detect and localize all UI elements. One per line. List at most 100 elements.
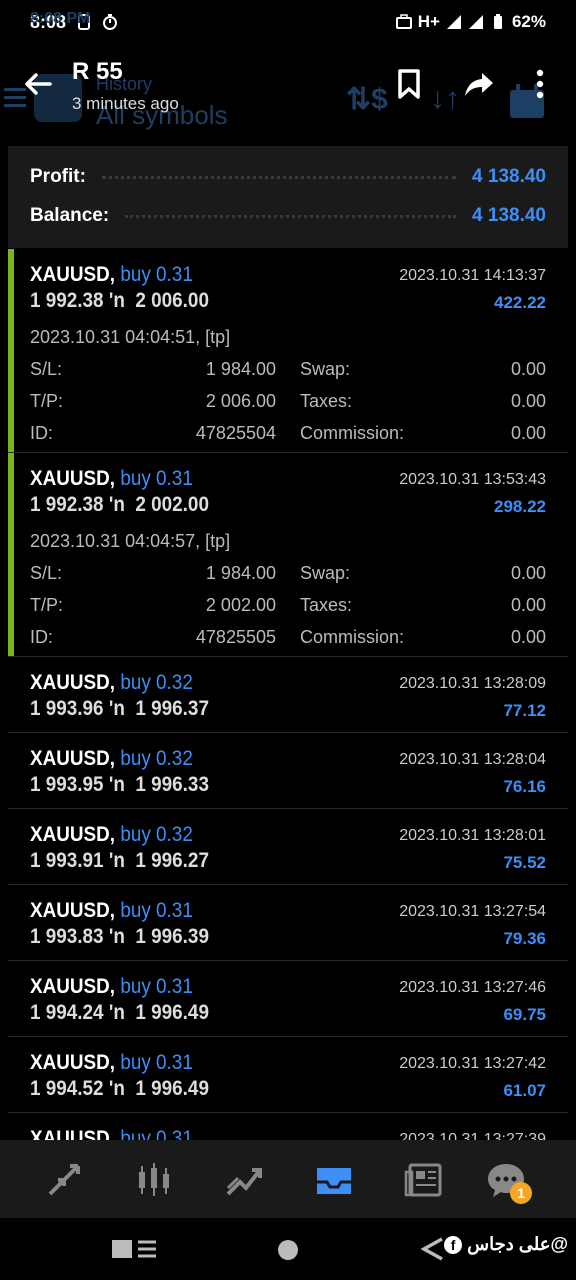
taxes-label: Taxes: [300,391,353,411]
nav-chart[interactable] [132,1158,176,1202]
trade-time: 2023.10.31 14:13:37 [399,267,546,284]
swap-value: 0.00 [510,359,546,379]
trade-time: 2023.10.31 13:28:09 [399,675,546,692]
balance-value: 4 138.40 [472,205,546,226]
page-title: R 55 [72,58,123,85]
candlestick-icon [139,1163,169,1196]
quotes-arrows-icon [48,1164,80,1196]
trade-time: 2023.10.31 13:27:46 [399,979,546,996]
facebook-icon: f [444,1236,463,1255]
id-label: ID: [30,627,54,647]
open-time: 2023.10.31 04:04:51, [tp] [30,327,231,347]
nav-history[interactable] [312,1158,356,1202]
newspaper-icon [404,1163,442,1197]
commission-label: Commission: [300,423,405,443]
more-options-icon[interactable] [530,68,550,100]
timer-icon [103,14,118,30]
id-value: 47825504 [195,423,276,443]
open-time: 2023.10.31 04:04:57, [tp] [30,531,231,551]
trade-prices: 1 994.52 'n 1 996.49 [30,1077,209,1100]
trade-row[interactable]: XAUUSD, buy 0.32 1 993.96 'n 1 996.37 20… [8,657,568,733]
trade-profit: 69.75 [503,1005,546,1024]
trade-symbol: XAUUSD, buy 0.31 [30,263,193,286]
trade-symbol: XAUUSD, buy 0.32 [30,671,193,694]
share-icon[interactable] [464,68,494,100]
signal-icon-2 [468,15,483,29]
app-header: History All symbols ⇅$ ↓↑ R 55 3 minutes… [0,44,576,130]
trade-time: 2023.10.31 13:27:42 [399,1055,546,1072]
balance-label: Balance: [30,205,110,226]
leader-dots [101,175,457,179]
profit-label: Profit: [30,166,86,187]
ghost-currency-icon: ⇅$ [346,83,388,116]
trade-row[interactable]: XAUUSD, buy 0.31 1 992.38 'n 2 006.00 20… [8,249,568,453]
trade-profit: 79.36 [503,929,546,948]
commission-value: 0.00 [510,423,546,443]
network-type: H+ [417,12,440,31]
trade-profit: 75.52 [503,853,546,872]
trade-symbol: XAUUSD, buy 0.31 [30,899,193,922]
ghost-time: 8:08 PM [30,10,91,27]
inbox-icon [317,1168,351,1194]
taxes-value: 0.00 [510,595,546,615]
trade-symbol: XAUUSD, buy 0.32 [30,747,193,770]
trade-time: 2023.10.31 13:28:04 [399,751,546,768]
trade-time: 2023.10.31 13:53:43 [399,471,546,488]
selection-bar [8,453,14,656]
swap-label: Swap: [300,563,351,583]
trade-row[interactable]: XAUUSD, buy 0.31 1 992.38 'n 2 002.00 20… [8,453,568,657]
nav-news[interactable] [402,1158,446,1202]
watermark-text: على دجاس@ [467,1234,568,1254]
sl-label: S/L: [30,359,63,379]
trade-time: 2023.10.31 13:28:01 [399,827,546,844]
trade-prices: 1 993.91 'n 1 996.27 [30,849,209,872]
id-value: 47825505 [195,627,276,647]
profit-row: Profit: 4 138.40 [30,162,546,192]
ghost-sort-icon: ↓↑ [430,82,460,115]
nav-messages[interactable]: 1 [484,1158,532,1204]
swap-label: Swap: [300,359,351,379]
tp-label: T/P: [30,595,64,615]
balance-row: Balance: 4 138.40 [30,201,546,231]
trade-prices: 1 993.95 'n 1 996.33 [30,773,209,796]
recents-icon[interactable] [110,1238,158,1260]
trade-row[interactable]: XAUUSD, buy 0.31 1 994.52 'n 1 996.49 20… [8,1037,568,1113]
trade-prices: 1 992.38 'n 2 006.00 [30,289,209,312]
trade-row[interactable]: XAUUSD, buy 0.31 1 993.83 'n 1 996.39 20… [8,885,568,961]
unread-badge: 1 [510,1182,532,1204]
trade-row[interactable]: XAUUSD, buy 0.32 1 993.95 'n 1 996.33 20… [8,733,568,809]
trade-row[interactable]: XAUUSD, buy 0.31 1 994.24 'n 1 996.49 20… [8,961,568,1037]
trade-prices: 1 993.83 'n 1 996.39 [30,925,209,948]
trade-symbol: XAUUSD, buy 0.31 [30,467,193,490]
sl-value: 1 984.00 [205,359,276,379]
trade-prices: 1 992.38 'n 2 002.00 [30,493,209,516]
signal-icon [446,15,461,29]
bottom-nav: 1 [0,1140,576,1218]
nav-quotes[interactable] [42,1158,86,1202]
watermark: f على دجاس@ [444,1234,568,1255]
trade-symbol: XAUUSD, buy 0.31 [30,975,193,998]
nav-trade[interactable] [222,1158,266,1202]
taxes-value: 0.00 [510,391,546,411]
sl-label: S/L: [30,563,63,583]
system-nav-bar: f على دجاس@ [0,1218,576,1280]
summary-panel: Profit: 4 138.40 Balance: 4 138.40 [8,146,568,248]
home-icon[interactable] [276,1238,300,1262]
back-arrow-icon[interactable] [22,68,54,100]
battery-icon [493,14,502,29]
swap-value: 0.00 [510,563,546,583]
trade-profit: 422.22 [494,293,546,312]
trade-prices: 1 993.96 'n 1 996.37 [30,697,209,720]
trade-profit: 77.12 [503,701,546,720]
profit-value: 4 138.40 [472,166,546,187]
trade-row[interactable]: XAUUSD, buy 0.32 1 993.91 'n 1 996.27 20… [8,809,568,885]
trade-time: 2023.10.31 13:27:54 [399,903,546,920]
trade-prices: 1 994.24 'n 1 996.49 [30,1001,209,1024]
bookmark-icon[interactable] [394,68,424,100]
battery-level: 62% [511,12,546,31]
id-label: ID: [30,423,54,443]
tp-value: 2 002.00 [205,595,276,615]
commission-value: 0.00 [510,627,546,647]
trade-symbol: XAUUSD, buy 0.32 [30,823,193,846]
commission-label: Commission: [300,627,405,647]
